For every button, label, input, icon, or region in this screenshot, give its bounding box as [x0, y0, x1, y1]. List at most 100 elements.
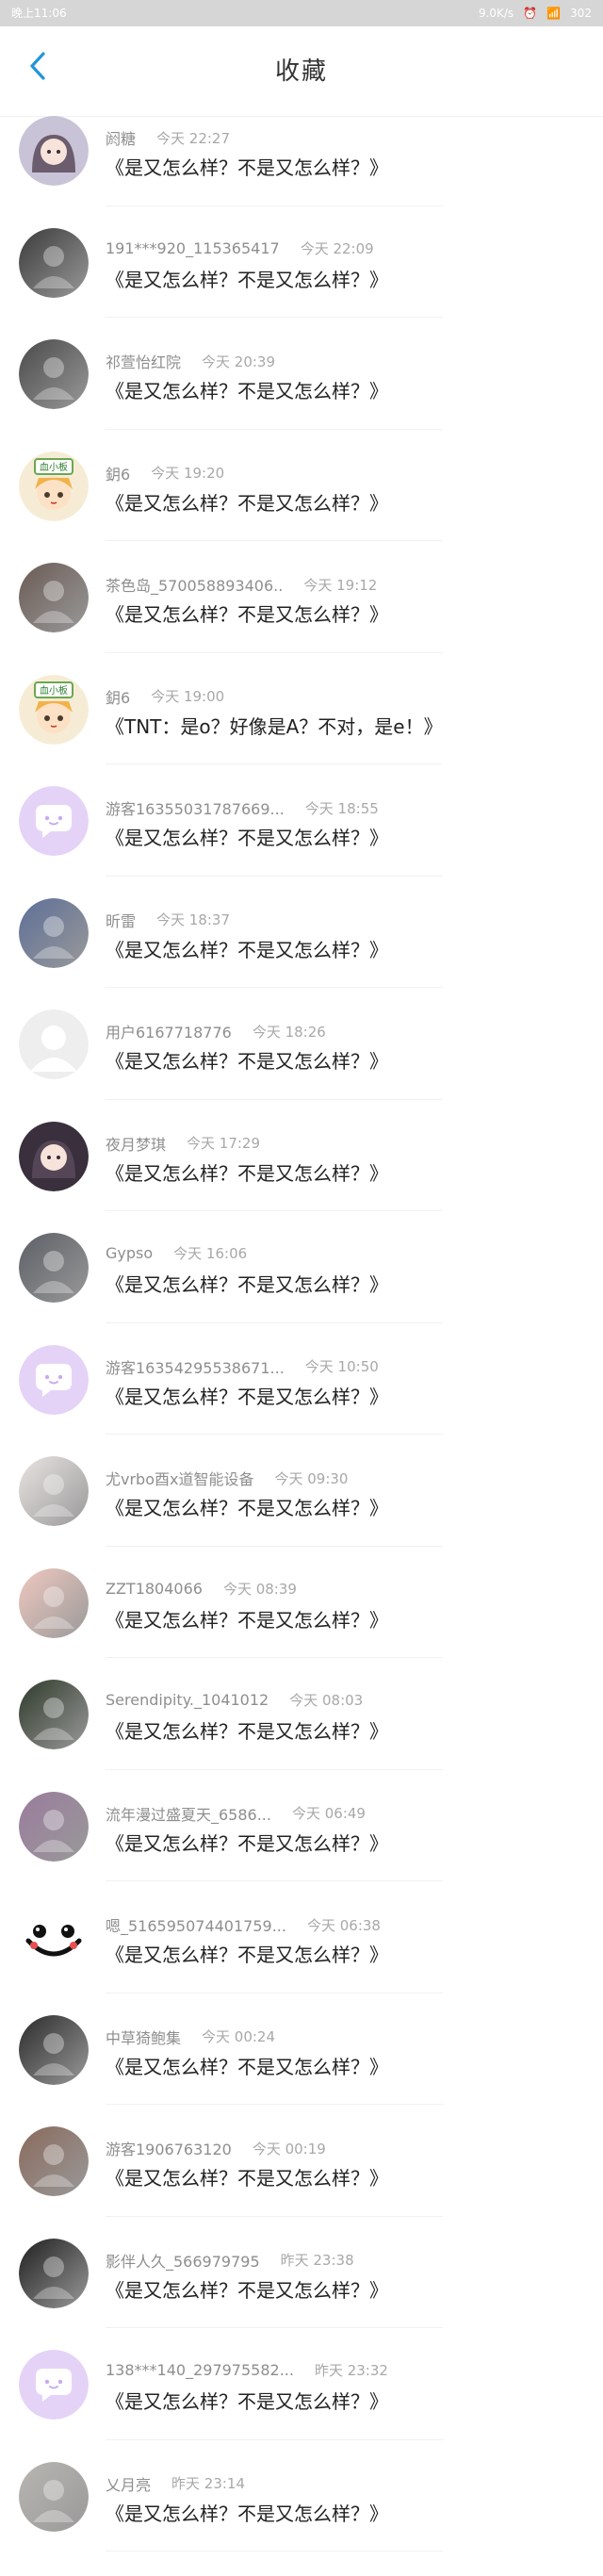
- avatar[interactable]: [19, 1791, 89, 1862]
- list-item[interactable]: 游客1906763120 今天 00:19 《是又怎么样？不是又怎么样？》: [0, 2124, 603, 2236]
- avatar[interactable]: [19, 1680, 89, 1749]
- list-item[interactable]: 乂月亮 昨天 23:14 《是又怎么样？不是又怎么样？》: [0, 2459, 603, 2571]
- favorite-text[interactable]: 《是又怎么样？不是又怎么样？》: [106, 1829, 388, 1856]
- list-item[interactable]: 茶色岛_570058893406.. 今天 19:12 《是又怎么样？不是又怎么样？…: [0, 560, 603, 672]
- list-item[interactable]: 尤vrbo酉x道智能设备 今天 09:30 《是又怎么样？不是又怎么样？》: [0, 1453, 603, 1566]
- divider: [106, 2104, 443, 2105]
- username[interactable]: 流年漫过盛夏天_6586...: [106, 1802, 271, 1825]
- favorite-text[interactable]: 《是又怎么样？不是又怎么样？》: [106, 1046, 388, 1074]
- username[interactable]: 游客16354295538671...: [106, 1355, 285, 1378]
- avatar[interactable]: [19, 1009, 89, 1079]
- divider: [106, 1321, 443, 1323]
- avatar[interactable]: [19, 1903, 89, 1973]
- favorite-text[interactable]: 《是又怎么样？不是又怎么样？》: [106, 1493, 388, 1520]
- username[interactable]: 昕雷: [106, 909, 136, 931]
- username[interactable]: 茶色岛_570058893406..: [106, 573, 283, 596]
- favorite-text[interactable]: 《是又怎么样？不是又怎么样？》: [106, 376, 388, 403]
- username[interactable]: 祁萱怡红院: [106, 350, 181, 372]
- favorite-text[interactable]: 《是又怎么样？不是又怎么样？》: [106, 1382, 388, 1409]
- favorite-text[interactable]: 《是又怎么样？不是又怎么样？》: [106, 1158, 388, 1186]
- list-item[interactable]: Serendipity._1041012 今天 08:03 《是又怎么样？不是又怎么…: [0, 1677, 603, 1789]
- list-item[interactable]: 流年漫过盛夏天_6586... 今天 06:49 《是又怎么样？不是又怎么样？》: [0, 1789, 603, 1901]
- avatar[interactable]: [19, 2461, 89, 2532]
- username[interactable]: 用户6167718776: [106, 1020, 232, 1042]
- divider: [106, 1434, 443, 1435]
- favorite-text[interactable]: 《是又怎么样？不是又怎么样？》: [106, 599, 388, 627]
- favorite-text[interactable]: 《TNT：是o？好像是A？不对，是e！》: [106, 712, 443, 739]
- favorite-text[interactable]: 《是又怎么样？不是又怎么样？》: [106, 265, 388, 292]
- avatar[interactable]: [19, 2238, 89, 2308]
- favorite-text[interactable]: 《是又怎么样？不是又怎么样？》: [106, 1940, 388, 1967]
- avatar[interactable]: [19, 897, 89, 968]
- avatar[interactable]: [19, 1567, 89, 1638]
- avatar[interactable]: [19, 1456, 89, 1526]
- timestamp: 今天 06:49: [291, 1805, 366, 1822]
- avatar[interactable]: [19, 227, 89, 298]
- list-item[interactable]: 中草猗鲍集 今天 00:24 《是又怎么样？不是又怎么样？》: [0, 2012, 603, 2125]
- list-item[interactable]: 血小板 鈅6 今天 19:20 《是又怎么样？不是又怎么样？》: [0, 449, 603, 561]
- username[interactable]: 游客1906763120: [106, 2137, 232, 2159]
- avatar[interactable]: 血小板: [19, 451, 89, 521]
- list-item[interactable]: 阏糖 今天 22:27 《是又怎么样？不是又怎么样？》: [0, 113, 603, 225]
- avatar[interactable]: [19, 2014, 89, 2085]
- list-item[interactable]: 游客16355031787669... 今天 18:55 《是又怎么样？不是又怎么样…: [0, 783, 603, 895]
- favorite-text[interactable]: 《是又怎么样？不是又怎么样？》: [106, 823, 388, 850]
- favorite-text[interactable]: 《是又怎么样？不是又怎么样？》: [106, 1270, 388, 1297]
- list-item[interactable]: 嗯_516595074401759... 今天 06:38 《是又怎么样？不是又怎么…: [0, 1900, 603, 2012]
- username[interactable]: 尤vrbo酉x道智能设备: [106, 1467, 253, 1489]
- avatar[interactable]: [19, 1233, 89, 1303]
- favorite-text[interactable]: 《是又怎么样？不是又怎么样？》: [106, 2499, 388, 2526]
- username[interactable]: Serendipity._1041012: [106, 1691, 269, 1709]
- username[interactable]: 夜月梦琪: [106, 1132, 166, 1155]
- username[interactable]: 影伴人久_566979795: [106, 2249, 260, 2272]
- list-item[interactable]: 191***920_115365417 今天 22:09 《是又怎么样？不是又怎么样…: [0, 225, 603, 337]
- username[interactable]: 乂月亮: [106, 2472, 151, 2495]
- list-item[interactable]: 祁萱怡红院 今天 20:39 《是又怎么样？不是又怎么样？》: [0, 336, 603, 449]
- username[interactable]: Gypso: [106, 1244, 153, 1262]
- username[interactable]: 鈅6: [106, 462, 130, 484]
- list-item[interactable]: 影伴人久_566979795 昨天 23:38 《是又怎么样？不是又怎么样？》: [0, 2236, 603, 2348]
- favorite-text[interactable]: 《是又怎么样？不是又怎么样？》: [106, 935, 388, 962]
- username[interactable]: 鈅6: [106, 685, 130, 708]
- favorite-text[interactable]: 《是又怎么样？不是又怎么样？》: [106, 2052, 388, 2079]
- favorite-text[interactable]: 《是又怎么样？不是又怎么样？》: [106, 1716, 388, 1744]
- favorite-text[interactable]: 《是又怎么样？不是又怎么样？》: [106, 1605, 388, 1633]
- avatar[interactable]: [19, 786, 89, 856]
- avatar[interactable]: [19, 1121, 89, 1191]
- avatar[interactable]: [19, 2126, 89, 2196]
- avatar[interactable]: [19, 339, 89, 409]
- avatar[interactable]: [19, 563, 89, 632]
- list-item[interactable]: 138***140_297975582... 昨天 23:32 《是又怎么样？不是又…: [0, 2347, 603, 2459]
- username[interactable]: 191***920_115365417: [106, 239, 280, 257]
- username[interactable]: 中草猗鲍集: [106, 2026, 181, 2048]
- svg-text:血小板: 血小板: [40, 684, 68, 697]
- list-item[interactable]: Gypso 今天 16:06 《是又怎么样？不是又怎么样？》: [0, 1230, 603, 1342]
- list-item[interactable]: 游客16354295538671... 今天 10:50 《是又怎么样？不是又怎么样…: [0, 1342, 603, 1454]
- favorite-text[interactable]: 《是又怎么样？不是又怎么样？》: [106, 488, 388, 516]
- username[interactable]: 嗯_516595074401759...: [106, 1913, 286, 1936]
- list-item[interactable]: 用户6167718776 今天 18:26 《是又怎么样？不是又怎么样？》: [0, 1007, 603, 1119]
- list-item[interactable]: 血小板 鈅6 今天 19:00 《TNT：是o？好像是A？不对，是e！》: [0, 672, 603, 784]
- username[interactable]: 游客16355031787669...: [106, 796, 285, 819]
- avatar[interactable]: [19, 1344, 89, 1415]
- list-item[interactable]: 夜月梦琪 今天 17:29 《是又怎么样？不是又怎么样？》: [0, 1119, 603, 1231]
- username[interactable]: 阏糖: [106, 126, 136, 149]
- timestamp: 今天 09:30: [274, 1469, 349, 1487]
- divider: [106, 1768, 443, 1770]
- username[interactable]: 138***140_297975582...: [106, 2361, 294, 2379]
- username[interactable]: ZZT1804066: [106, 1580, 203, 1598]
- avatar[interactable]: [19, 2350, 89, 2420]
- avatar[interactable]: 血小板: [19, 674, 89, 745]
- list-item[interactable]: ZZT1804066 今天 08:39 《是又怎么样？不是又怎么样？》: [0, 1566, 603, 1678]
- battery-level: 302: [570, 7, 592, 20]
- timestamp: 今天 19:12: [303, 576, 378, 594]
- item-meta: 游客16355031787669... 今天 18:55: [106, 796, 379, 819]
- list-item[interactable]: 昕雷 今天 18:37 《是又怎么样？不是又怎么样？》: [0, 895, 603, 1008]
- favorite-text[interactable]: 《是又怎么样？不是又怎么样？》: [106, 2275, 388, 2303]
- favorite-text[interactable]: 《是又怎么样？不是又怎么样？》: [106, 153, 388, 180]
- divider: [106, 1098, 443, 1100]
- favorite-text[interactable]: 《是又怎么样？不是又怎么样？》: [106, 2163, 388, 2190]
- divider: [106, 2327, 443, 2328]
- avatar[interactable]: [19, 116, 89, 186]
- favorite-text[interactable]: 《是又怎么样？不是又怎么样？》: [106, 2387, 388, 2414]
